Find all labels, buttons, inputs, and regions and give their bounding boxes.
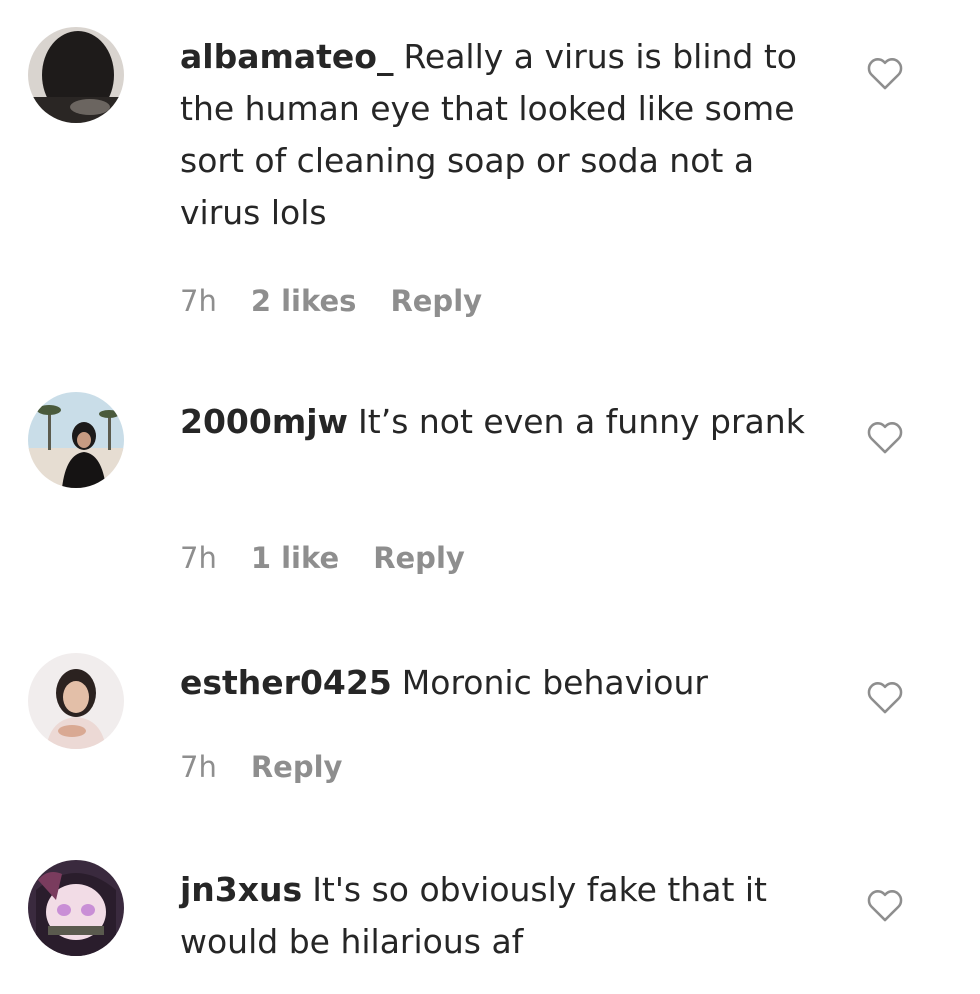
comment-text: It’s not even a funny prank xyxy=(358,402,805,441)
avatar[interactable] xyxy=(28,860,124,956)
reply-button[interactable]: Reply xyxy=(251,750,343,784)
timestamp[interactable]: 7h xyxy=(180,541,217,575)
comment-meta: 7h Reply xyxy=(180,750,376,784)
comment-text-block: 2000mjw It’s not even a funny prank xyxy=(180,396,830,448)
avatar-portrait-photo-icon xyxy=(28,653,124,749)
like-button[interactable] xyxy=(866,679,904,715)
comment-text-block: albamateo_ Really a virus is blind to the… xyxy=(180,31,830,239)
avatar[interactable] xyxy=(28,392,124,488)
comment-text: Moronic behaviour xyxy=(401,663,708,702)
likes-count[interactable]: 2 likes xyxy=(251,284,357,318)
comment-text-block: esther0425 Moronic behaviour xyxy=(180,657,830,709)
heart-outline-icon xyxy=(867,58,903,90)
username-link[interactable]: jn3xus xyxy=(180,870,302,909)
heart-outline-icon xyxy=(867,422,903,454)
reply-button[interactable]: Reply xyxy=(390,284,482,318)
comment-meta: 7h 2 likes Reply xyxy=(180,284,516,318)
reply-button[interactable]: Reply xyxy=(373,541,465,575)
timestamp[interactable]: 7h xyxy=(180,750,217,784)
username-link[interactable]: esther0425 xyxy=(180,663,392,702)
avatar[interactable] xyxy=(28,653,124,749)
like-button[interactable] xyxy=(866,55,904,91)
avatar-dark-photo-icon xyxy=(28,27,124,123)
comment-meta: 7h 1 like Reply xyxy=(180,541,499,575)
avatar-beach-photo-icon xyxy=(28,392,124,488)
heart-outline-icon xyxy=(867,682,903,714)
likes-count[interactable]: 1 like xyxy=(251,541,339,575)
like-button[interactable] xyxy=(866,887,904,923)
avatar-anime-photo-icon xyxy=(28,860,124,956)
heart-outline-icon xyxy=(867,890,903,922)
timestamp[interactable]: 7h xyxy=(180,284,217,318)
like-button[interactable] xyxy=(866,419,904,455)
username-link[interactable]: albamateo_ xyxy=(180,37,393,76)
comment-text-block: jn3xus It's so obviously fake that it wou… xyxy=(180,864,830,968)
avatar[interactable] xyxy=(28,27,124,123)
username-link[interactable]: 2000mjw xyxy=(180,402,348,441)
